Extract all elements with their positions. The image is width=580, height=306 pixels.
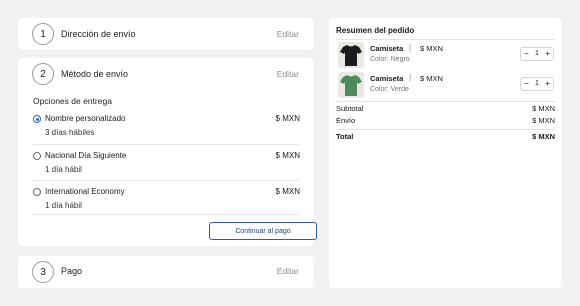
item-color: Color: Negro <box>370 56 410 63</box>
edit-shipping-link[interactable]: Editar <box>277 69 299 79</box>
shipping-option-international[interactable]: International Economy 1 día hábil $ MXN <box>33 180 300 216</box>
subtotal-value: $ MXN <box>532 104 555 113</box>
item-separator: | <box>409 43 412 52</box>
option-delivery-time: 1 día hábil <box>45 201 82 210</box>
item-price: $ MXN <box>420 74 443 83</box>
step-number: 1 <box>32 23 54 45</box>
divider <box>336 101 555 102</box>
total-row: Total $ MXN <box>336 132 555 144</box>
quantity-stepper: − 1 + <box>520 77 554 91</box>
total-value: $ MXN <box>532 132 555 141</box>
option-price: $ MXN <box>275 187 300 196</box>
quantity-value: 1 <box>535 50 539 57</box>
item-name: Camiseta <box>370 44 404 53</box>
divider <box>336 129 555 130</box>
quantity-stepper: − 1 + <box>520 47 554 61</box>
subtotal-row: Subtotal $ MXN <box>336 104 555 116</box>
increase-quantity-button[interactable]: + <box>545 79 550 88</box>
decrease-quantity-button[interactable]: − <box>524 79 529 88</box>
radio-icon[interactable] <box>33 152 41 160</box>
decrease-quantity-button[interactable]: − <box>524 49 529 58</box>
edit-address-link[interactable]: Editar <box>277 29 299 39</box>
radio-selected-icon[interactable] <box>33 115 41 123</box>
shipping-option-custom[interactable]: Nombre personalizado 3 días hábiles $ MX… <box>33 108 300 144</box>
step-payment-header: 3 Pago Editar <box>18 256 314 290</box>
step-payment-card: 3 Pago Editar <box>18 256 314 288</box>
item-name: Camiseta <box>370 74 404 83</box>
step-title: Pago <box>61 266 83 276</box>
option-delivery-time: 3 días hábiles <box>45 128 95 137</box>
cart-item: Camiseta | $ MXN Color: Verde − 1 + <box>336 72 555 98</box>
total-label: Total <box>336 132 354 141</box>
option-name: International Economy <box>45 187 125 196</box>
increase-quantity-button[interactable]: + <box>545 49 550 58</box>
option-name: Nacional Día Siguiente <box>45 151 127 160</box>
cart-item: Camiseta | $ MXN Color: Negro − 1 + <box>336 42 555 68</box>
shipping-label: Envío <box>336 116 356 125</box>
product-thumbnail <box>338 72 364 98</box>
radio-icon[interactable] <box>33 188 41 196</box>
step-address-header: 1 Dirección de envío Editar <box>18 18 314 52</box>
black-tshirt-icon <box>338 42 364 68</box>
subtotal-label: Subtotal <box>336 104 364 113</box>
step-shipping-card: 2 Método de envío Editar Opciones de ent… <box>18 58 317 246</box>
option-price: $ MXN <box>275 114 300 123</box>
divider <box>336 39 555 40</box>
green-tshirt-icon <box>338 72 364 98</box>
option-delivery-time: 1 día hábil <box>45 165 82 174</box>
order-summary-panel: Resumen del pedido Camiseta | $ MXN Colo… <box>329 18 562 288</box>
shipping-option-next-day[interactable]: Nacional Día Siguiente 1 día hábil $ MXN <box>33 144 300 180</box>
item-color: Color: Verde <box>370 86 409 93</box>
step-title: Dirección de envío <box>61 29 136 39</box>
step-shipping-header: 2 Método de envío Editar <box>18 58 314 92</box>
step-number: 2 <box>32 63 54 85</box>
item-price: $ MXN <box>420 44 443 53</box>
shipping-row: Envío $ MXN <box>336 116 555 128</box>
quantity-value: 1 <box>535 80 539 87</box>
item-separator: | <box>409 73 412 82</box>
order-summary-title: Resumen del pedido <box>336 26 415 35</box>
step-number: 3 <box>32 261 54 283</box>
option-name: Nombre personalizado <box>45 114 126 123</box>
continue-to-payment-button[interactable]: Continuar al pago <box>209 222 317 240</box>
option-price: $ MXN <box>275 151 300 160</box>
divider <box>33 214 300 215</box>
step-title: Método de envío <box>61 69 129 79</box>
shipping-value: $ MXN <box>532 116 555 125</box>
delivery-options-label: Opciones de entrega <box>33 96 112 106</box>
step-address-card: 1 Dirección de envío Editar <box>18 18 314 50</box>
product-thumbnail <box>338 42 364 68</box>
edit-payment-link[interactable]: Editar <box>277 266 299 276</box>
